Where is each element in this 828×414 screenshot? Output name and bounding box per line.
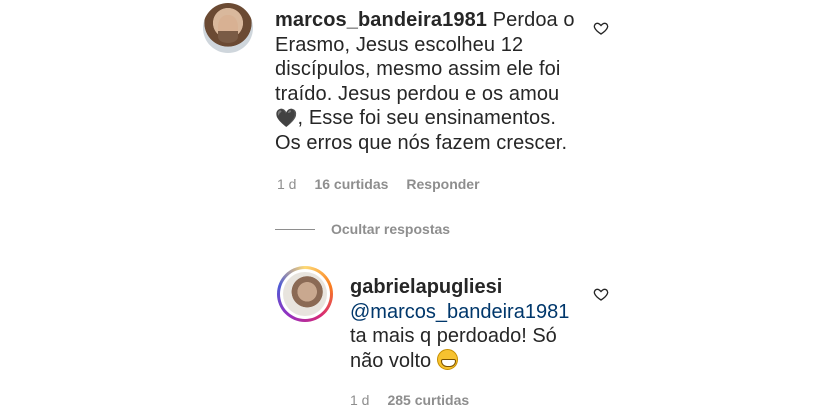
hide-replies-label: Ocultar respostas <box>331 221 451 237</box>
reply-button[interactable]: Responder <box>406 176 479 192</box>
comment-likes[interactable]: 16 curtidas <box>314 176 388 192</box>
reply-mention[interactable]: @marcos_bandeira1981 <box>350 301 569 323</box>
comment-time[interactable]: 1 d <box>277 176 296 192</box>
comment-text-part2: , Esse foi seu ensinamentos. Os erros qu… <box>275 107 568 154</box>
black-heart-emoji: 🖤 <box>275 108 298 128</box>
hide-replies-button[interactable]: Ocultar respostas <box>275 221 450 237</box>
comment-body: marcos_bandeira1981 Perdoa o Erasmo, Jes… <box>275 8 575 155</box>
commenter-avatar[interactable] <box>203 3 253 53</box>
divider-line <box>275 228 315 230</box>
grinning-face-icon <box>436 348 458 370</box>
heart-icon[interactable] <box>593 286 609 302</box>
reply-avatar[interactable] <box>277 266 333 322</box>
comment-username[interactable]: marcos_bandeira1981 <box>275 9 487 31</box>
reply-likes[interactable]: 285 curtidas <box>387 392 469 408</box>
avatar-beard <box>218 31 238 43</box>
avatar-photo <box>283 272 327 316</box>
heart-icon[interactable] <box>593 20 609 36</box>
reply-time[interactable]: 1 d <box>350 392 369 408</box>
reply-body: gabrielapugliesi @marcos_bandeira1981 ta… <box>350 275 590 373</box>
reply-username[interactable]: gabrielapugliesi <box>350 276 502 298</box>
comment-meta: 1 d 16 curtidas Responder <box>277 176 480 192</box>
reply-meta: 1 d 285 curtidas <box>350 392 469 408</box>
